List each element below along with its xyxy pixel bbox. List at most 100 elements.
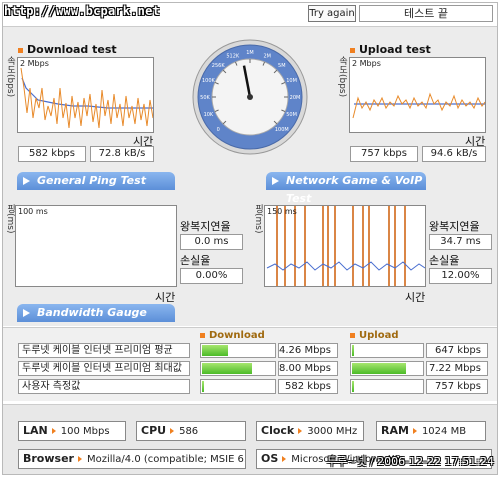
bandwidth-row-label: 두루넷 케이블 인터넷 프리미엄 평균: [18, 343, 190, 358]
cpu-value: 586: [179, 426, 199, 437]
download-bar: [200, 379, 276, 394]
arrow-right-icon: [77, 455, 82, 462]
upload-bar-fill: [352, 345, 354, 356]
download-bar-value: 8.00 Mbps: [278, 361, 338, 376]
bandwidth-upload-header: Upload: [350, 330, 398, 341]
upload-test-title: Upload test: [350, 43, 431, 56]
download-chart: 2 Mbps: [17, 57, 154, 133]
bandwidth-row-label: 사용자 측정값: [18, 379, 190, 394]
arrow-right-icon: [23, 177, 30, 185]
upload-bar-fill: [352, 381, 355, 392]
game-loss-label: 손실율: [429, 254, 460, 267]
download-title-text: Download test: [27, 43, 117, 56]
tab-network-game-voip-test[interactable]: Network Game & VoIP Test: [266, 172, 426, 205]
gauge-tick-label: 0: [217, 127, 220, 133]
ram-value: 1024 MB: [421, 426, 467, 437]
lan-label: LAN: [23, 424, 48, 437]
ping-rtt-value: 0.0 ms: [180, 234, 243, 250]
download-bar-fill: [202, 363, 252, 374]
upload-bar-value: 647 kbps: [426, 343, 488, 358]
upload-y-label: 속도(bps): [337, 56, 347, 98]
upload-trace: [352, 92, 485, 119]
try-again-button[interactable]: Try again: [308, 5, 356, 22]
speed-test-window: http://www.bcpark.net Try again 테스트 끝 Do…: [0, 0, 500, 477]
bandwidth-row-label: 두루넷 케이블 인터넷 프리미엄 최대값: [18, 361, 190, 376]
clock-value: 3000 MHz: [307, 426, 358, 437]
ping-rtt-label: 왕복지연율: [180, 220, 231, 233]
gauge-tick-label: 100K: [202, 78, 216, 84]
bullet-icon: [350, 47, 355, 53]
gauge-tick-label: 50M: [286, 112, 297, 118]
ram-label: RAM: [381, 424, 409, 437]
ping-loss-label: 손실율: [180, 254, 211, 267]
cpu-label: CPU: [141, 424, 167, 437]
tab-general-ping-test[interactable]: General Ping Test: [17, 172, 175, 190]
bullet-icon: [200, 332, 205, 338]
tab-general-ping-label: General Ping Test: [37, 174, 146, 187]
arrow-right-icon: [272, 177, 279, 185]
gauge-tick-label: 5M: [278, 63, 286, 69]
bullet-icon: [350, 332, 355, 338]
ping-loss-value: 0.00%: [180, 268, 243, 284]
game-ping-trace: [266, 206, 425, 286]
upload-speed-kbps: 757 kbps: [350, 146, 418, 162]
download-bar-fill: [202, 381, 204, 392]
gauge-tick-label: 100M: [275, 127, 289, 133]
clock-info: Clock 3000 MHz: [256, 421, 364, 441]
upload-title-text: Upload test: [359, 43, 431, 56]
arrow-right-icon: [298, 427, 303, 434]
gauge-tick-label: 20M: [290, 95, 301, 101]
ram-info: RAM 1024 MB: [376, 421, 486, 441]
watermark: 두루~넷 / 2006-12-22 17:51:24: [326, 455, 494, 468]
arrow-right-icon: [170, 427, 175, 434]
download-bar: [200, 361, 276, 376]
game-rtt-value: 34.7 ms: [429, 234, 492, 250]
gauge-tick-label: 512K: [226, 53, 240, 59]
download-scale: 2 Mbps: [20, 59, 49, 68]
bw-download-header-text: Download: [209, 330, 265, 341]
download-trace: [20, 67, 153, 129]
clock-label: Clock: [261, 424, 295, 437]
gauge-tick-label: 1M: [246, 50, 254, 56]
upload-speed-kBs: 94.6 kB/s: [422, 146, 486, 162]
lan-value: 100 Mbps: [60, 426, 110, 437]
upload-bar: [350, 361, 424, 376]
game-x-label: 시간: [405, 291, 426, 304]
arrow-right-icon: [51, 427, 56, 434]
game-ping-chart: 150 ms: [264, 205, 426, 287]
ping-scale: 100 ms: [18, 207, 48, 216]
ping-chart: 100 ms: [15, 205, 177, 287]
gauge-tick-label: 50K: [200, 95, 210, 101]
bw-upload-header-text: Upload: [359, 330, 399, 341]
browser-label: Browser: [23, 452, 74, 465]
game-scale: 150 ms: [267, 207, 297, 216]
gauge-tick-label: 10M: [286, 78, 297, 84]
download-bar: [200, 343, 276, 358]
download-speed-kBs: 72.8 kB/s: [90, 146, 154, 162]
gauge-tick-label: 2M: [263, 53, 271, 59]
gauge-tick-label: 10K: [204, 112, 214, 118]
cpu-info: CPU 586: [136, 421, 246, 441]
arrow-right-icon: [23, 309, 30, 317]
bullet-icon: [18, 47, 23, 53]
bandwidth-download-header: Download: [200, 330, 265, 341]
upload-bar-fill: [352, 363, 407, 374]
arrow-right-icon: [412, 427, 417, 434]
download-test-title: Download test: [18, 43, 117, 56]
site-url: http://www.bcpark.net: [4, 4, 160, 18]
tab-bandwidth-gauge[interactable]: Bandwidth Gauge: [17, 304, 175, 322]
download-bar-fill: [202, 345, 229, 356]
status-box: 테스트 끝: [359, 5, 493, 22]
game-rtt-label: 왕복지연율: [429, 220, 480, 233]
os-label: OS: [261, 452, 279, 465]
upload-scale: 2 Mbps: [352, 59, 381, 68]
upload-bar-value: 757 kbps: [426, 379, 488, 394]
tab-bandwidth-label: Bandwidth Gauge: [37, 306, 147, 319]
browser-value: Mozilla/4.0 (compatible; MSIE 6.0: [86, 454, 246, 465]
ping-x-label: 시간: [155, 291, 176, 304]
speed-gauge: 0 10K 50K 100K 256K512K 1M 2M 5M 10M 20M 50M 100M: [192, 39, 308, 155]
upload-bar: [350, 379, 424, 394]
upload-bar: [350, 343, 424, 358]
browser-info: Browser Mozilla/4.0 (compatible; MSIE 6.0: [18, 449, 246, 469]
upload-bar-value: 7.22 Mbps: [426, 361, 488, 376]
